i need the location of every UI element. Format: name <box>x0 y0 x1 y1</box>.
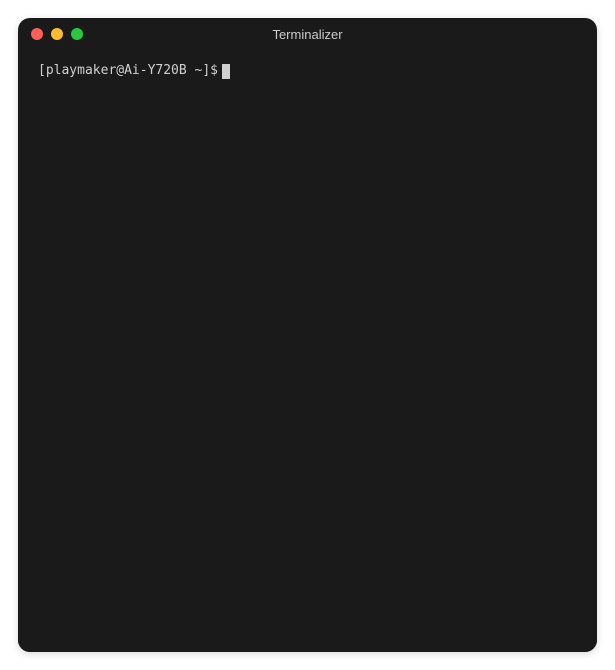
maximize-icon[interactable] <box>71 28 83 40</box>
terminal-window: Terminalizer [playmaker@Ai-Y720B ~]$ <box>18 18 597 652</box>
shell-prompt: [playmaker@Ai-Y720B ~]$ <box>38 62 218 80</box>
cursor-icon <box>222 64 230 79</box>
prompt-line: [playmaker@Ai-Y720B ~]$ <box>38 62 577 80</box>
minimize-icon[interactable] <box>51 28 63 40</box>
titlebar: Terminalizer <box>18 18 597 50</box>
window-title: Terminalizer <box>18 27 597 42</box>
traffic-lights <box>18 28 83 40</box>
close-icon[interactable] <box>31 28 43 40</box>
terminal-body[interactable]: [playmaker@Ai-Y720B ~]$ <box>18 50 597 652</box>
